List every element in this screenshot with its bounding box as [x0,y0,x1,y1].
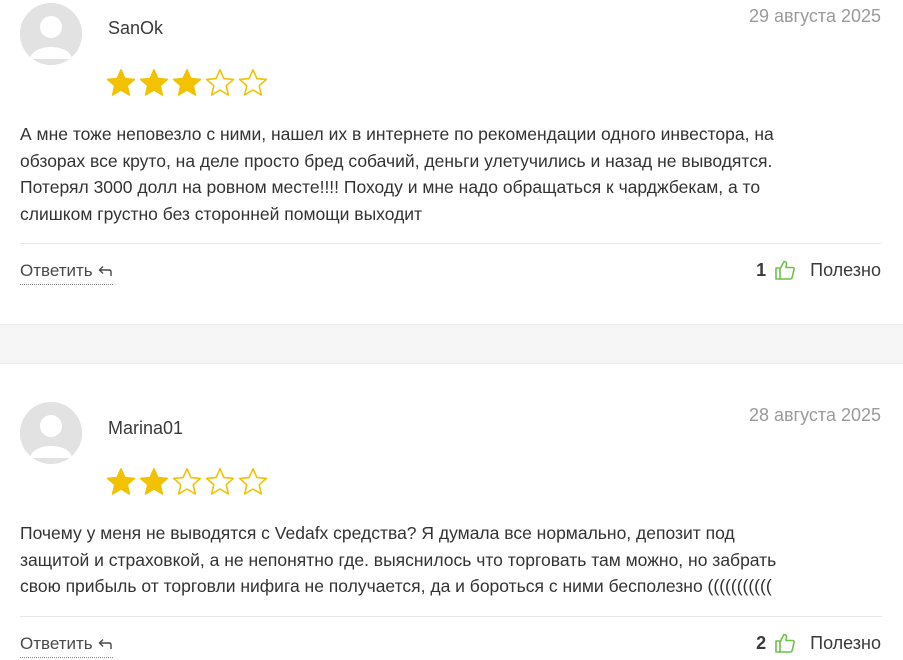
reply-label: Ответить [20,634,93,653]
reply-button[interactable]: Ответить [20,634,113,658]
review-text-line: слишком грустно без сторонней помощи вых… [20,203,423,224]
star-filled-icon [139,467,169,496]
star-outline-icon [172,467,202,496]
star-outline-icon [238,467,268,496]
divider [20,243,882,244]
thumbs-up-icon[interactable] [774,632,796,654]
helpful-block: 1 Полезно [756,259,881,281]
review-text: А мне тоже неповезло с ними, нашел их в … [20,121,882,227]
helpful-count: 2 [756,632,767,653]
review-author: SanOk [108,18,164,38]
review-date: 28 августа 2025 [748,405,881,425]
review-card: SanOk 29 августа 2025 А мне тоже неповез… [0,0,903,325]
star-outline-icon [238,68,268,97]
helpful-block: 2 Полезно [756,632,881,654]
helpful-label: Полезно [810,632,881,653]
review-text-line: защитой и страховкой, а не непонятно где… [20,549,777,570]
rating-stars [106,467,268,496]
divider [20,616,882,617]
review-text-line: Потерял 3000 долл на ровном месте!!!! По… [20,177,761,197]
user-avatar [20,3,82,65]
helpful-count: 1 [756,259,767,280]
review-date: 29 августа 2025 [748,6,881,26]
review-text-line: обзорах все круто, на деле просто бред с… [20,150,773,171]
reply-label: Ответить [20,261,93,280]
thumbs-up-icon[interactable] [774,259,796,281]
review-card: Marina01 28 августа 2025 Почему у меня н… [0,363,903,660]
star-filled-icon [106,68,136,97]
review-text: Почему у меня не выводятся с Vedafx сред… [20,520,882,600]
reply-button[interactable]: Ответить [20,261,113,285]
review-text-line: свою прибыль от торговли нифига не получ… [20,576,772,596]
reply-arrow-icon [97,264,113,278]
star-filled-icon [106,467,136,496]
review-text-line: А мне тоже неповезло с ними, нашел их в … [20,124,774,144]
star-outline-icon [205,467,235,496]
helpful-label: Полезно [810,259,881,280]
star-filled-icon [172,68,202,97]
star-filled-icon [139,68,169,97]
star-outline-icon [205,68,235,97]
review-text-line: Почему у меня не выводятся с Vedafx сред… [20,523,735,543]
review-author: Marina01 [108,418,184,438]
user-avatar [20,402,82,464]
rating-stars [106,68,268,97]
reply-arrow-icon [97,637,113,651]
